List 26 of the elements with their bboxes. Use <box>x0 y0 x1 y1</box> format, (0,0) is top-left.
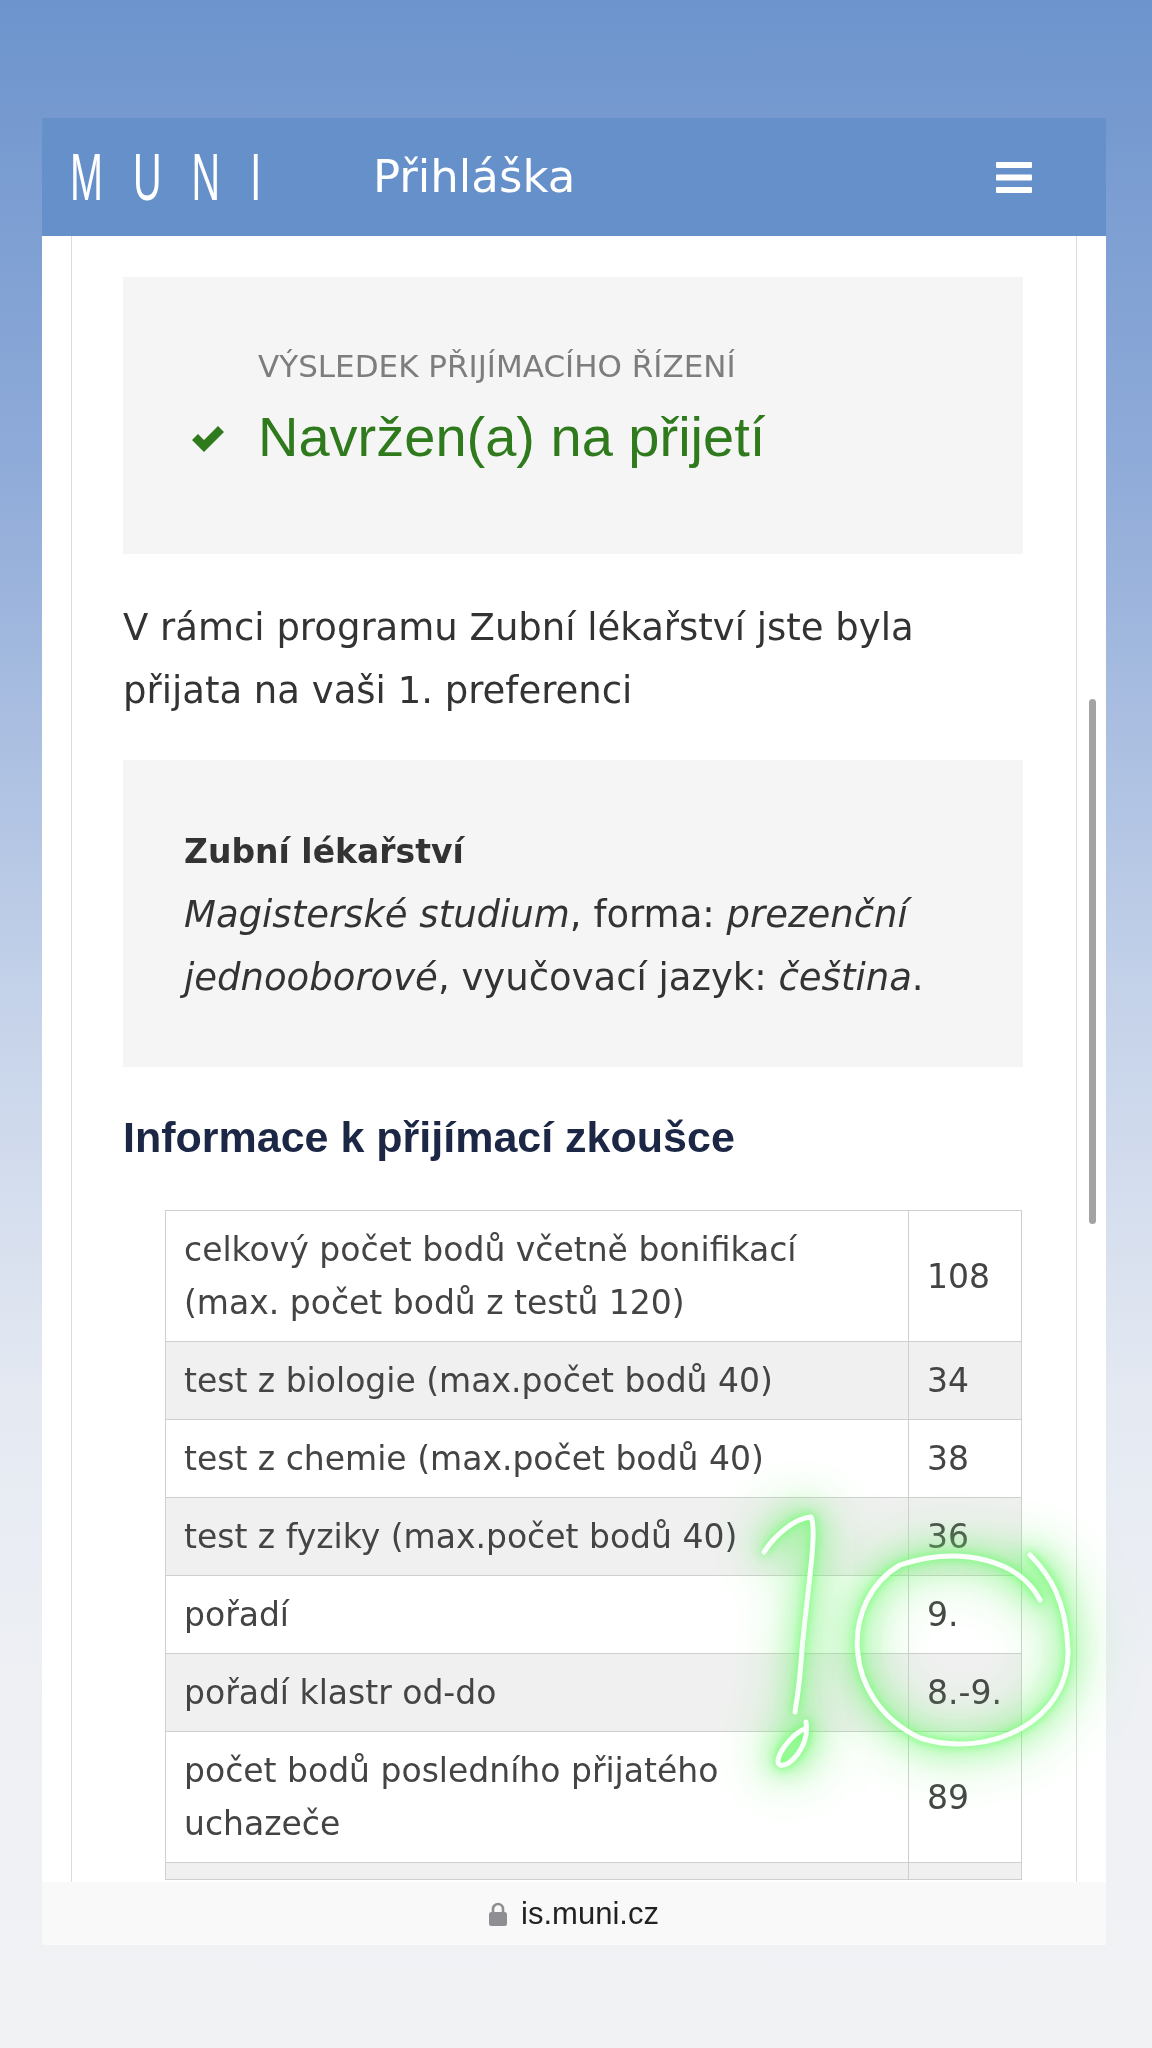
section-heading: Informace k přijímací zkoušce <box>123 1112 736 1163</box>
table-cell: test z fyziky (max.počet bodů 40) <box>165 1497 909 1576</box>
table-cell: počet bodů posledního přijatého uchazeče <box>165 1731 909 1863</box>
table-cell: 89 <box>908 1731 1022 1863</box>
lock-icon <box>489 1901 508 1926</box>
programme-name: Zubní lékařství <box>184 831 466 873</box>
table-cell: test z biologie (max.počet bodů 40) <box>165 1341 909 1420</box>
table-cell: 8.-9. <box>908 1653 1022 1732</box>
scrollbar[interactable] <box>1089 699 1096 1224</box>
address-bar[interactable]: is.muni.cz <box>42 1882 1106 1945</box>
table-cell: pořadí <box>165 1575 909 1654</box>
result-message: V rámci programu Zubní lékařství jste byla přijata na vaši 1. preferenci <box>123 605 915 714</box>
table-cell: test z chemie (max.počet bodů 40) <box>165 1419 909 1498</box>
result-label: VÝSLEDEK PŘIJÍMACÍHO ŘÍZENÍ <box>258 347 737 386</box>
table-cell: celkový počet bodů včetně bonifikací (max. počet bodů z testů 120) <box>165 1210 909 1342</box>
table-cell: pořadí klastr od-do <box>165 1653 909 1732</box>
table-cell: 9. <box>908 1575 1022 1654</box>
page-title: Přihláška <box>373 149 576 205</box>
menu-button[interactable] <box>996 161 1032 193</box>
table-cell: 34 <box>908 1341 1022 1420</box>
table-cell: 108 <box>908 1210 1022 1342</box>
result-status: Navržen(a) na přijetí <box>258 404 766 470</box>
url-text: is.muni.cz <box>521 1894 659 1933</box>
table-cell: 38 <box>908 1419 1022 1498</box>
table-cell: 36 <box>908 1497 1022 1576</box>
menu-icon <box>996 161 1032 193</box>
